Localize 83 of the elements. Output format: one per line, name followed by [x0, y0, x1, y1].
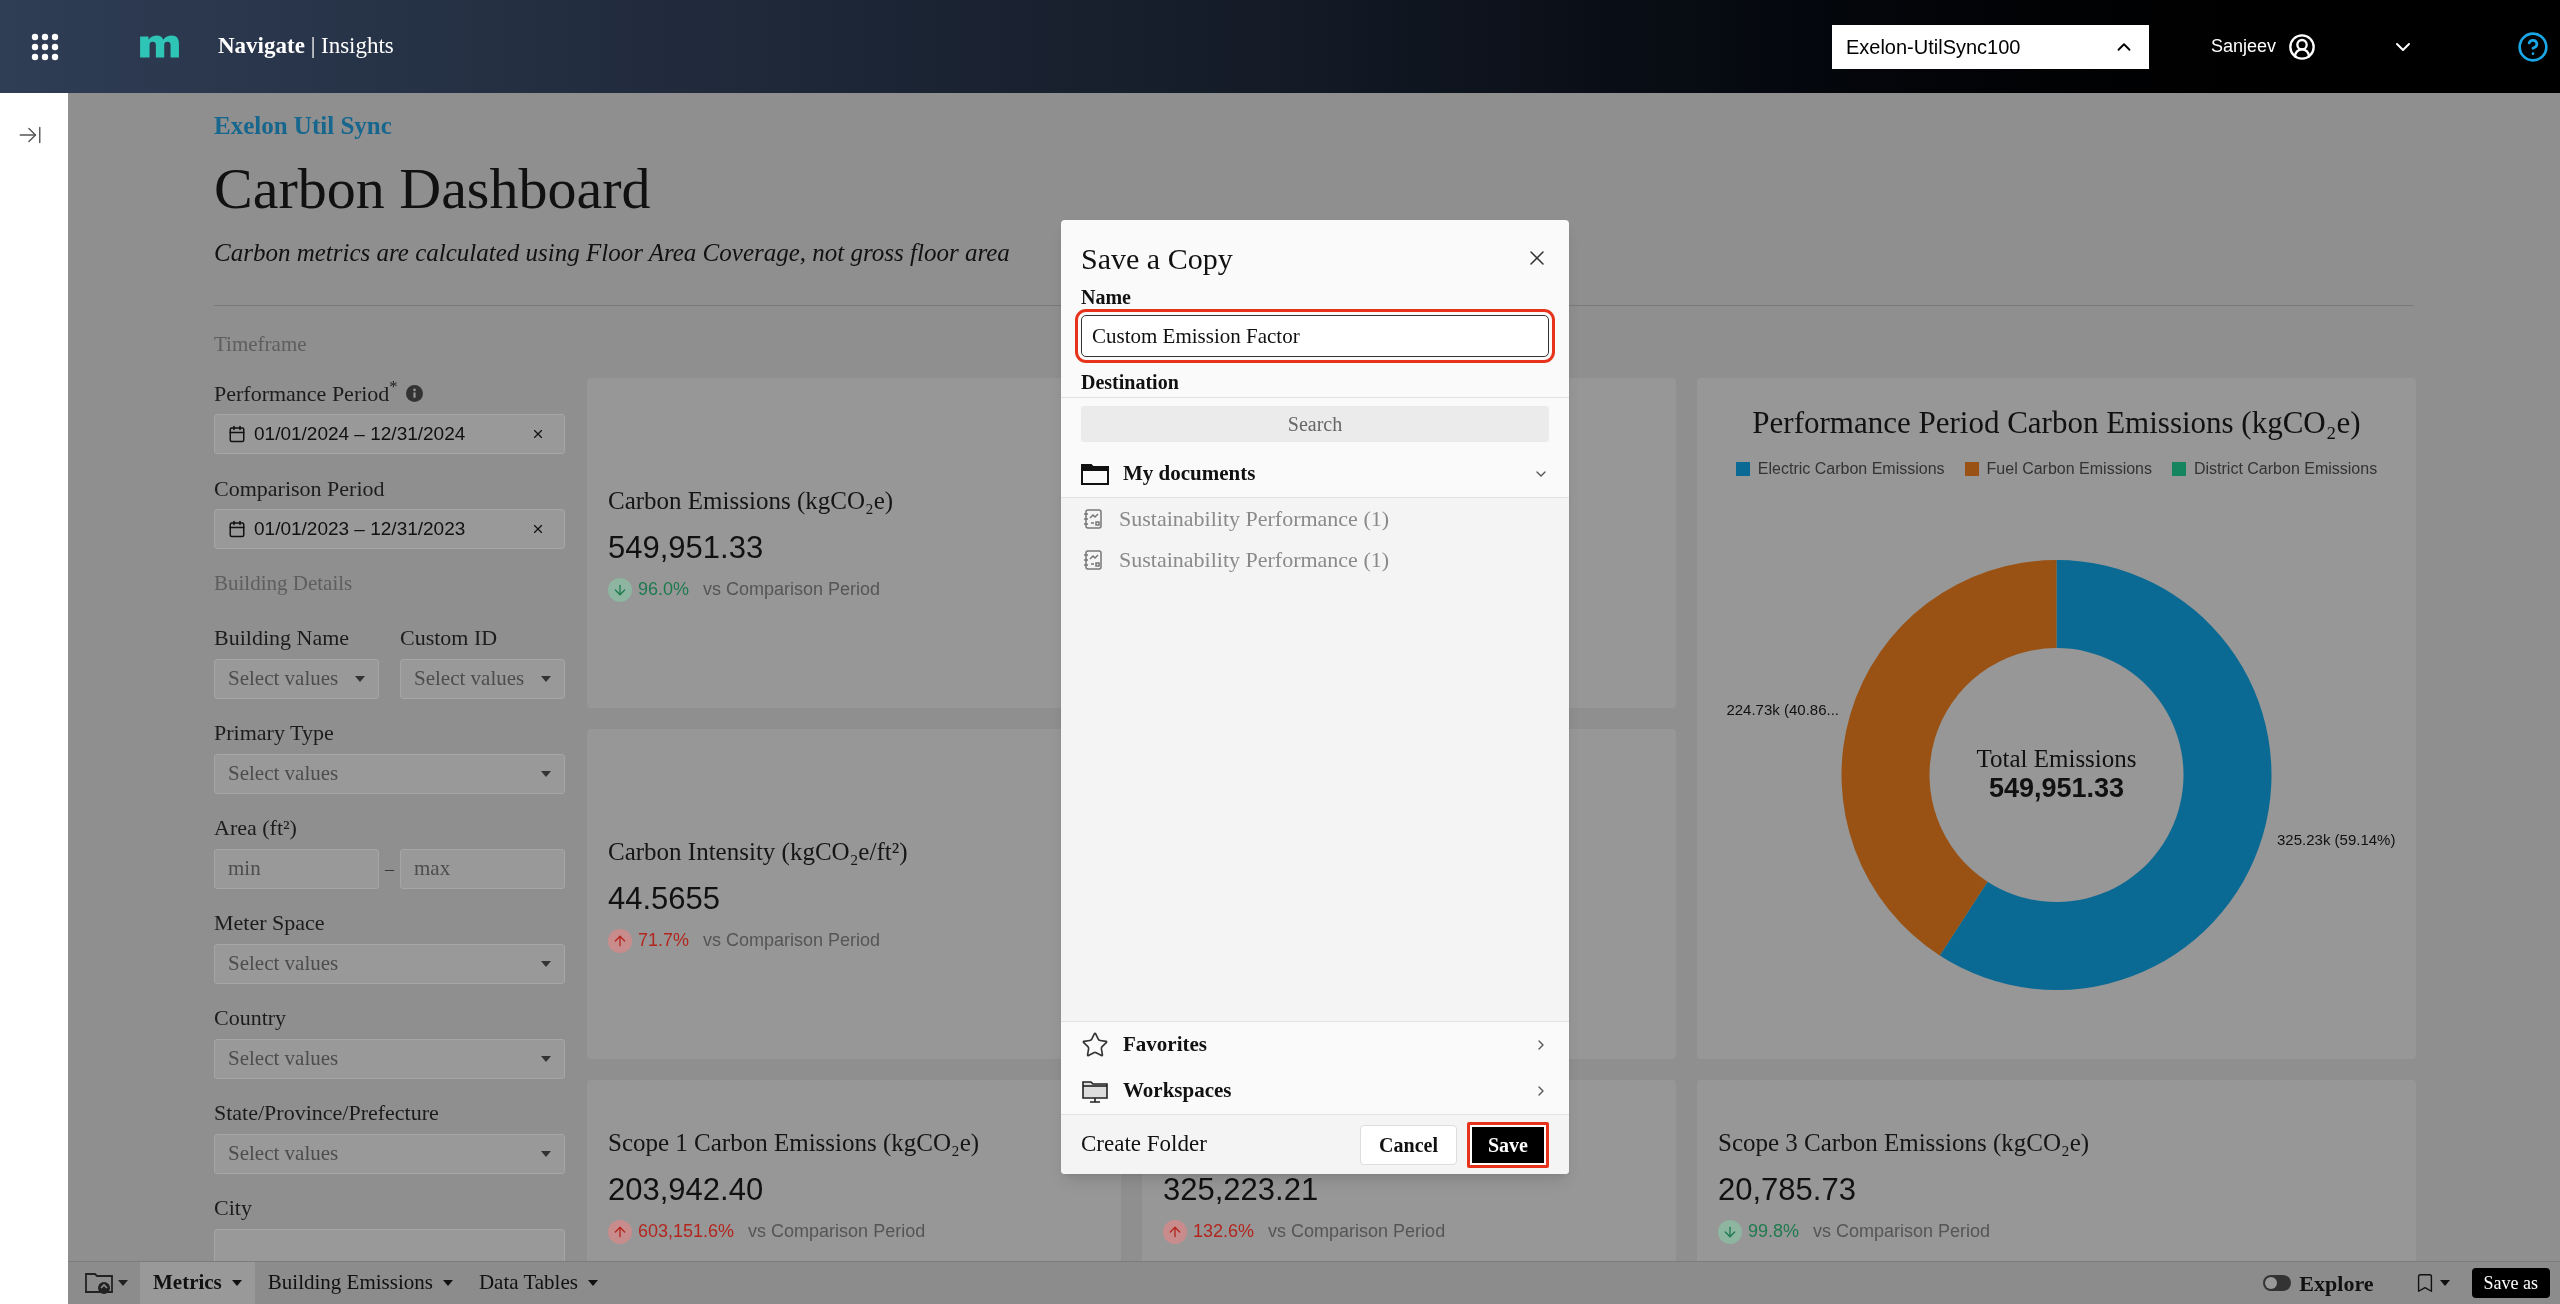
legend-label: District Carbon Emissions — [2194, 458, 2378, 479]
folder-monitor-icon — [1081, 1078, 1109, 1104]
dialog-title: Save a Copy — [1081, 240, 1233, 277]
app-grid-icon[interactable] — [30, 31, 60, 62]
field-label: Comparison Period — [214, 474, 385, 503]
caret-icon — [231, 1280, 242, 1286]
range-separator: – — [384, 857, 395, 881]
cancel-button[interactable]: Cancel — [1360, 1124, 1457, 1165]
date-range-field[interactable]: 01/01/2024 – 12/31/2024 — [214, 414, 565, 454]
field-label: State/Province/Prefecture — [214, 1101, 439, 1125]
metric-value: 44.5655 — [608, 883, 721, 915]
save-as-button[interactable]: Save as — [2471, 1268, 2550, 1298]
report-icon — [1081, 506, 1105, 531]
section-row[interactable]: Workspaces — [1061, 1068, 1569, 1114]
metric-title: Carbon Intensity (kgCO₂e/ft²) — [608, 837, 908, 867]
change-caption: vs Comparison Period — [703, 929, 881, 952]
caret-icon — [541, 771, 551, 777]
change-percent: 132.6% — [1193, 1220, 1255, 1243]
field-label: City — [214, 1196, 252, 1220]
user-name[interactable]: Sanjeev — [2210, 33, 2276, 60]
field-label: Meter Space — [214, 911, 325, 935]
metric-title: Scope 1 Carbon Emissions (kgCO₂e) — [608, 1128, 980, 1158]
field-label: Custom ID — [400, 626, 498, 650]
search-field[interactable]: Search — [1081, 406, 1549, 442]
chart-title: Performance Period Carbon Emissions (kgCO₂e) — [1752, 404, 2361, 442]
folder-icon — [1081, 461, 1109, 486]
create-folder-button[interactable]: Create Folder — [1081, 1127, 1207, 1162]
select-field[interactable] — [214, 1229, 565, 1261]
change-percent: 96.0% — [638, 578, 690, 601]
center-label: Total Emissions — [1976, 744, 2137, 772]
metric-title: Carbon Emissions (kgCO₂e) — [608, 486, 894, 516]
explore-label: Explore — [2299, 1269, 2374, 1298]
sheet-tab[interactable]: Metrics — [140, 1262, 255, 1304]
metric-value: 203,942.40 — [608, 1174, 764, 1206]
org-select[interactable]: Exelon-UtilSync100 — [1831, 24, 2149, 69]
page-subtitle: Carbon metrics are calculated using Floor Area Coverage, not gross floor area — [214, 239, 1010, 267]
date-range-field[interactable]: 01/01/2023 – 12/31/2023 — [214, 509, 565, 549]
center-value: 549,951.33 — [1988, 772, 2125, 803]
explore-toggle[interactable] — [2263, 1275, 2292, 1291]
page-title: Carbon Dashboard — [214, 159, 651, 219]
field-label: Primary Type — [214, 721, 334, 745]
caret-icon — [442, 1280, 453, 1286]
change-caption: vs Comparison Period — [1268, 1220, 1446, 1243]
help-icon[interactable] — [2517, 30, 2549, 63]
metric-value: 20,785.73 — [1718, 1174, 1856, 1206]
change-caption: vs Comparison Period — [748, 1220, 926, 1243]
save-button[interactable]: Save — [1467, 1121, 1549, 1168]
change-caption: vs Comparison Period — [1813, 1220, 1991, 1243]
metric-value: 325,223.21 — [1163, 1174, 1319, 1206]
calendar-icon — [228, 520, 246, 538]
slice-label: 325.23k (59.14%) — [2277, 830, 2396, 848]
field-label: Destination — [1081, 371, 1179, 393]
calendar-icon — [228, 425, 246, 443]
section-row[interactable]: Favorites — [1061, 1022, 1569, 1068]
field-label: Performance Period$^{*}$ — [214, 376, 398, 408]
legend-label: Electric Carbon Emissions — [1757, 458, 1945, 479]
change-caption: vs Comparison Period — [703, 578, 881, 601]
change-percent: 99.8% — [1748, 1220, 1800, 1243]
caret-icon — [587, 1280, 598, 1286]
slice-label: 224.73k (40.86... — [1726, 700, 1839, 718]
user-icon[interactable] — [2288, 32, 2316, 61]
report-icon — [1081, 547, 1105, 572]
app-title: Navigate | Insights — [218, 32, 394, 61]
legend-label: Fuel Carbon Emissions — [1986, 458, 2152, 479]
field-label: Name — [1081, 286, 1131, 308]
caret-icon — [118, 1280, 128, 1286]
clear-icon[interactable] — [531, 427, 545, 441]
caret-icon — [541, 676, 551, 682]
caret-icon — [541, 1056, 551, 1062]
change-percent: 71.7% — [638, 929, 690, 952]
field-label: Country — [214, 1006, 287, 1030]
folder-icon[interactable] — [84, 1270, 114, 1296]
field-label: Area (ft²) — [214, 816, 297, 840]
metric-title: Scope 3 Carbon Emissions (kgCO₂e) — [1718, 1128, 2090, 1158]
caret-icon — [541, 1151, 551, 1157]
caret-icon — [541, 961, 551, 967]
caret-icon — [355, 676, 365, 682]
star-icon — [1081, 1031, 1109, 1059]
caret-icon — [2439, 1280, 2450, 1286]
field-label: Building Name — [214, 626, 350, 650]
metric-value: 549,951.33 — [608, 532, 764, 564]
change-percent: 603,151.6% — [638, 1220, 735, 1243]
clear-icon[interactable] — [531, 522, 545, 536]
